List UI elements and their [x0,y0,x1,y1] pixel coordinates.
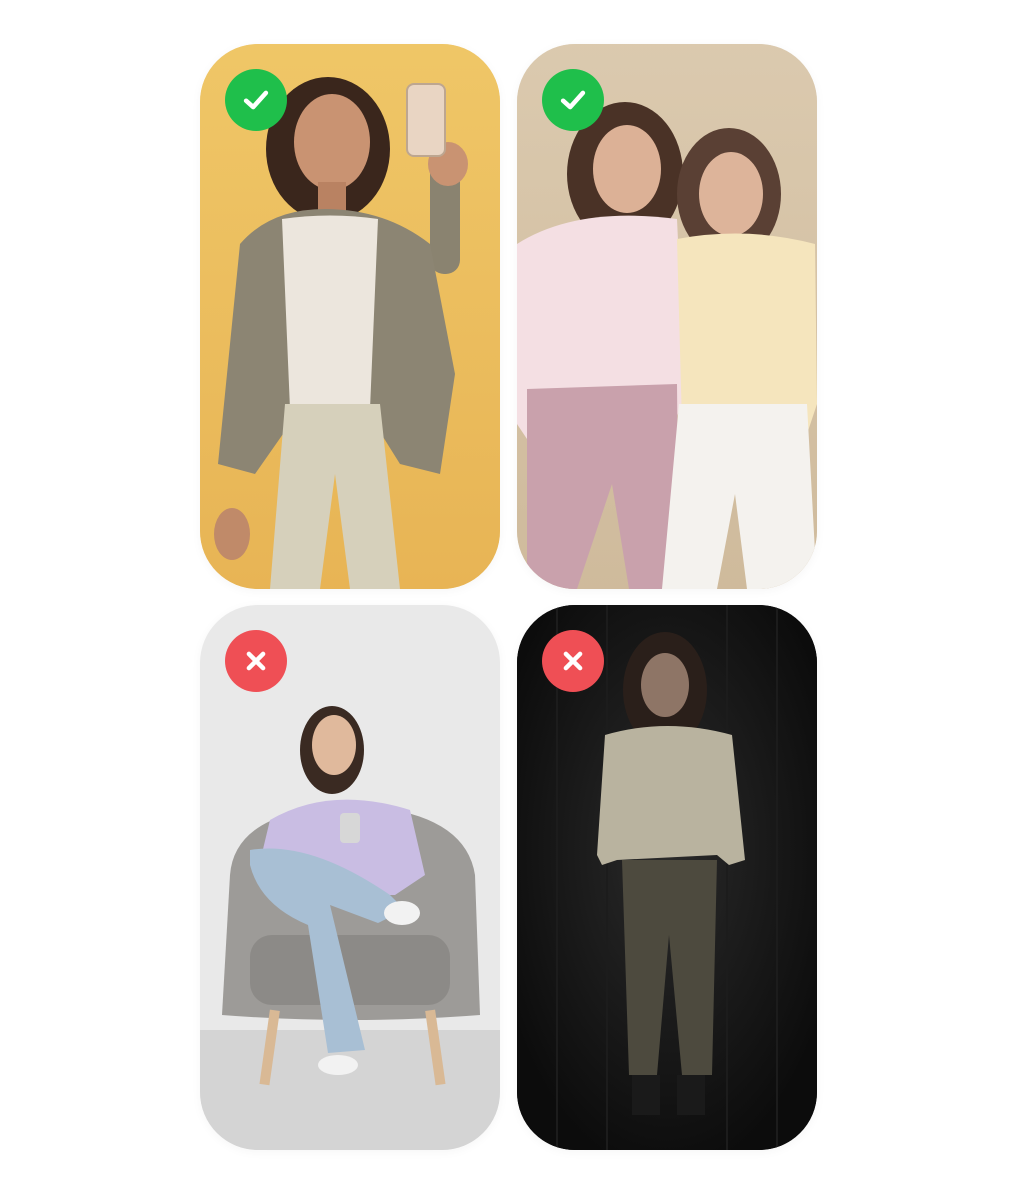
example-card-two-friends [517,44,817,589]
example-card-dark-low-light [517,605,817,1150]
cross-icon [563,651,583,671]
rejected-badge [225,630,287,692]
example-card-sitting-armchair [200,605,500,1150]
rejected-badge [542,630,604,692]
checkmark-icon [560,90,586,110]
photo-examples-grid [0,0,1020,1194]
approved-badge [225,69,287,131]
approved-badge [542,69,604,131]
cross-icon [246,651,266,671]
checkmark-icon [243,90,269,110]
example-card-selfie-standing [200,44,500,589]
